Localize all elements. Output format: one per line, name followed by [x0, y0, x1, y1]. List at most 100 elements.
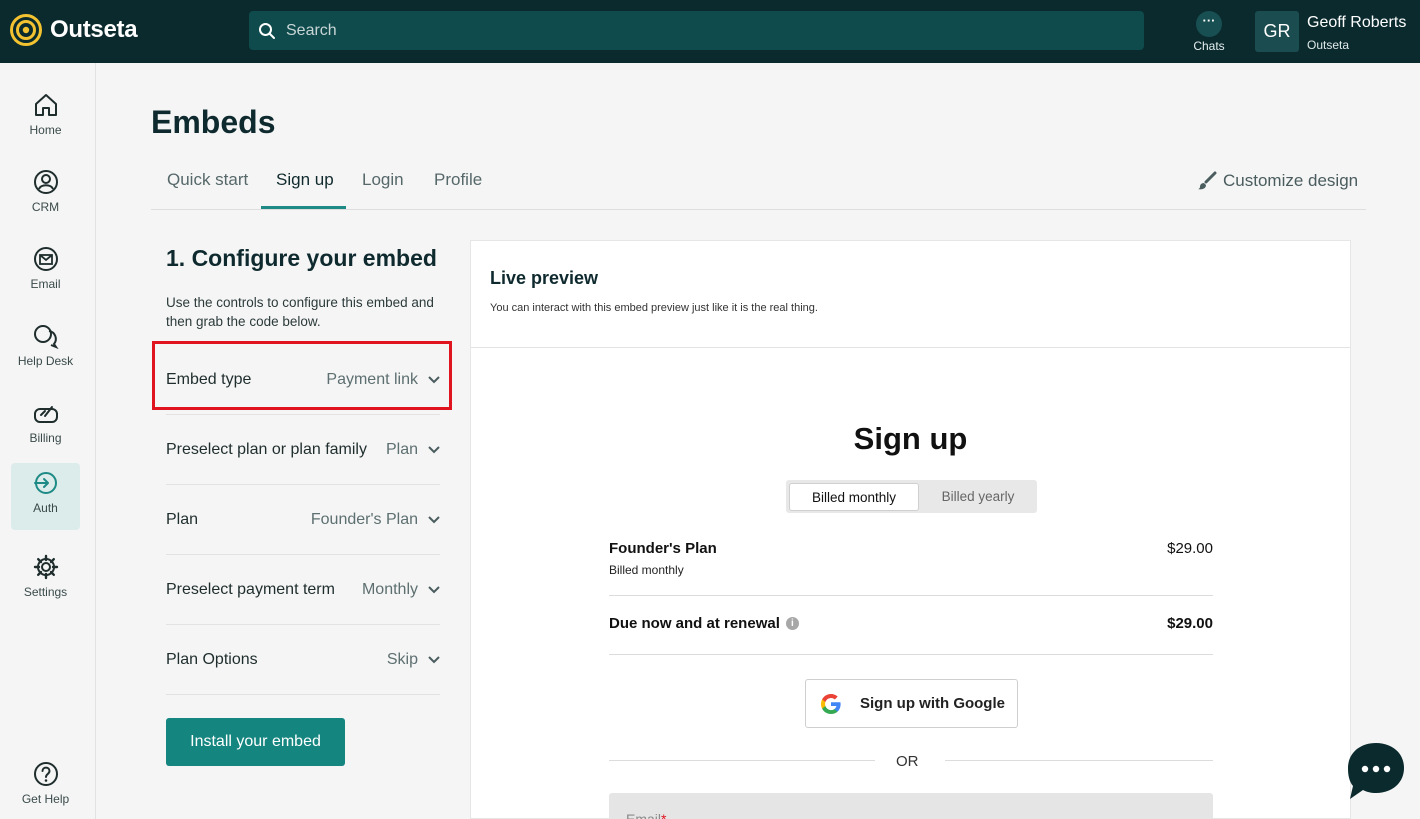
- get-help-button[interactable]: Get Help: [11, 754, 80, 819]
- sidebar-item-auth[interactable]: Auth: [11, 463, 80, 530]
- chat-dots-icon: ···: [1196, 11, 1222, 37]
- plan-options-select[interactable]: Plan Options Skip: [166, 625, 440, 695]
- chat-widget-icon[interactable]: [1346, 741, 1406, 801]
- preselect-plan-family-label: Preselect plan or plan family: [166, 440, 367, 458]
- user-org: Outseta: [1307, 38, 1350, 52]
- payment-term-select[interactable]: Preselect payment term Monthly: [166, 555, 440, 625]
- email-icon: [33, 247, 58, 271]
- active-tab-indicator: [261, 206, 346, 209]
- due-price: $29.00: [1167, 615, 1213, 632]
- plan-name: Founder's Plan: [609, 540, 717, 557]
- sidebar-item-crm[interactable]: CRM: [11, 162, 80, 229]
- tab-login[interactable]: Login: [362, 170, 404, 190]
- embed-type-highlight-box: [152, 341, 452, 410]
- outseta-logo-icon: [10, 14, 42, 46]
- sidebar-item-billing[interactable]: Billing: [11, 393, 80, 460]
- search-input[interactable]: [286, 21, 1106, 40]
- live-preview-panel: Live preview You can interact with this …: [470, 240, 1351, 819]
- info-icon[interactable]: i: [785, 617, 799, 630]
- email-label-text: Email: [626, 811, 662, 819]
- gear-icon: [33, 554, 58, 580]
- email-field[interactable]: Email*: [609, 793, 1213, 819]
- plan-value-wrap: Founder's Plan: [311, 511, 440, 529]
- help-icon: [33, 762, 58, 786]
- preview-header: Live preview You can interact with this …: [471, 241, 1350, 348]
- preselect-plan-family-select[interactable]: Preselect plan or plan family Plan: [166, 415, 440, 485]
- sidebar-item-home[interactable]: Home: [11, 85, 80, 152]
- sidebar-item-label: Home: [29, 123, 62, 137]
- page-title: Embeds: [151, 104, 276, 140]
- top-bar: Outseta ··· Chats GR Geoff Roberts Outse…: [0, 0, 1420, 63]
- payment-term-value-wrap: Monthly: [362, 581, 440, 599]
- plan-label: Plan: [166, 510, 199, 528]
- customize-design-button[interactable]: Customize design: [1197, 171, 1358, 191]
- plan-options-label: Plan Options: [166, 650, 258, 668]
- sidebar: Home CRM Email Help Desk Billing Auth Se…: [0, 63, 96, 819]
- chevron-down-icon: [428, 585, 440, 593]
- configure-description: Use the controls to configure this embed…: [166, 295, 434, 329]
- tab-profile[interactable]: Profile: [434, 170, 482, 190]
- sidebar-item-label: Billing: [29, 431, 62, 445]
- preview-title: Live preview: [490, 268, 599, 288]
- sidebar-item-label: Help Desk: [17, 354, 74, 368]
- due-row-label: Due now and at renewal i: [609, 615, 799, 632]
- plan-price: $29.00: [1167, 540, 1213, 557]
- plan-options-value-wrap: Skip: [387, 651, 440, 669]
- sidebar-item-label: Email: [30, 277, 61, 291]
- required-marker: *: [661, 811, 667, 819]
- chats-button[interactable]: ··· Chats: [1192, 11, 1226, 53]
- get-help-label: Get Help: [21, 792, 70, 806]
- payment-term-value: Monthly: [361, 580, 418, 598]
- billed-monthly-option[interactable]: Billed monthly: [789, 483, 919, 511]
- sidebar-item-help-desk[interactable]: Help Desk: [11, 316, 80, 383]
- app-logo[interactable]: Outseta: [10, 14, 138, 46]
- or-text: OR: [896, 753, 919, 770]
- search-icon: [259, 22, 275, 39]
- preselect-plan-family-value: Plan: [385, 440, 418, 458]
- app-name: Outseta: [50, 16, 138, 43]
- crm-icon: [33, 170, 58, 194]
- divider: [609, 595, 1213, 596]
- sign-up-with-google-button[interactable]: Sign up with Google: [805, 679, 1018, 728]
- or-divider-right: [945, 760, 1213, 761]
- or-divider-left: [609, 760, 875, 761]
- user-name[interactable]: Geoff Roberts: [1307, 14, 1406, 32]
- chevron-down-icon: [428, 515, 440, 523]
- tab-bar: Quick start Sign up Login Profile Custom…: [151, 160, 1366, 210]
- sidebar-item-label: Auth: [33, 501, 58, 515]
- home-icon: [34, 94, 57, 116]
- auth-icon: [33, 472, 57, 494]
- configure-title: 1. Configure your embed: [166, 245, 437, 271]
- chevron-down-icon: [428, 445, 440, 453]
- google-icon: [821, 693, 841, 714]
- preselect-plan-family-value-wrap: Plan: [386, 441, 440, 459]
- sidebar-item-settings[interactable]: Settings: [11, 547, 80, 614]
- tab-sign-up[interactable]: Sign up: [276, 170, 334, 190]
- billing-period-toggle: Billed monthly Billed yearly: [786, 480, 1037, 513]
- divider: [609, 654, 1213, 655]
- plan-select[interactable]: Plan Founder's Plan: [166, 485, 440, 555]
- chats-label: Chats: [1193, 39, 1225, 53]
- plan-value: Founder's Plan: [310, 510, 418, 528]
- plan-options-value: Skip: [386, 650, 418, 668]
- preview-subtitle: You can interact with this embed preview…: [490, 302, 818, 314]
- due-label: Due now and at renewal: [609, 615, 780, 632]
- help-desk-icon: [33, 325, 59, 350]
- avatar[interactable]: GR: [1255, 11, 1299, 52]
- search-bar[interactable]: [249, 11, 1144, 50]
- sidebar-item-email[interactable]: Email: [11, 239, 80, 306]
- email-label: Email*: [626, 811, 666, 819]
- payment-term-label: Preselect payment term: [166, 580, 335, 598]
- billed-yearly-option[interactable]: Billed yearly: [923, 483, 1033, 511]
- sidebar-item-label: CRM: [31, 200, 60, 214]
- tab-quick-start[interactable]: Quick start: [167, 170, 248, 190]
- install-embed-button[interactable]: Install your embed: [166, 718, 345, 766]
- sidebar-item-label: Settings: [23, 585, 68, 599]
- google-button-label: Sign up with Google: [860, 695, 1005, 712]
- plan-term: Billed monthly: [609, 563, 684, 577]
- billing-icon: [33, 406, 58, 423]
- chevron-down-icon: [428, 655, 440, 663]
- customize-design-label: Customize design: [1223, 171, 1359, 190]
- signup-title: Sign up: [853, 421, 968, 456]
- paintbrush-icon: [1198, 171, 1217, 190]
